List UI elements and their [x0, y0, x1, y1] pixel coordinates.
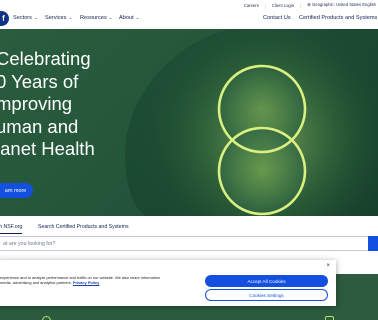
cookie-text-line: media, advertising and analytics partner… — [0, 280, 72, 285]
accept-cookies-button[interactable]: Accept All Cookies — [205, 275, 328, 287]
hero-title-line: lanet Health — [0, 138, 95, 160]
divider: | — [300, 2, 302, 8]
hero-banner: Celebrating 0 Years of mproving uman and… — [0, 29, 378, 216]
globe-icon: ⊕ — [307, 2, 311, 7]
nav-item-resources[interactable]: Resources ⌄ — [80, 15, 113, 21]
contact-us-link[interactable]: Contact Us — [263, 15, 291, 21]
cookie-banner: experience and to analyze performance an… — [0, 260, 336, 306]
chevron-down-icon: ⌄ — [108, 15, 113, 20]
chevron-down-icon: ⌄ — [135, 15, 140, 20]
nav-item-sectors[interactable]: Sectors ⌄ — [13, 15, 38, 21]
nav-item-label: Services — [45, 15, 67, 21]
privacy-policy-link[interactable]: Privacy Policy — [73, 280, 99, 285]
chevron-down-icon: ⌄ — [33, 15, 38, 20]
document-icon — [325, 316, 334, 320]
nav-item-services[interactable]: Services ⌄ — [45, 15, 72, 21]
cookie-text: experience and to analyze performance an… — [0, 275, 180, 285]
search-button[interactable] — [368, 236, 378, 251]
hero-title-line: Celebrating — [0, 48, 91, 69]
main-nav: f Sectors ⌄ Services ⌄ Resources ⌄ About ⌄ C… — [0, 10, 378, 29]
nav-item-label: Resources — [80, 15, 107, 21]
hero-title-line: uman and — [0, 115, 79, 137]
divider: | — [264, 2, 266, 8]
search-bar — [0, 236, 378, 251]
circle-icon — [42, 316, 51, 320]
hero-title-line: 0 Years of — [0, 70, 79, 92]
chevron-down-icon: ⌄ — [68, 15, 73, 20]
nav-item-about[interactable]: About ⌄ — [119, 15, 139, 21]
language-selector[interactable]: ⊕Geographic: United States English — [307, 2, 376, 8]
nav-item-label: Sectors — [13, 15, 32, 21]
search-input[interactable] — [0, 236, 368, 251]
client-login-link[interactable]: Client Login — [272, 3, 294, 8]
certified-products-link[interactable]: Certified Products and Systems — [299, 15, 377, 21]
nav-item-label: About — [119, 15, 134, 21]
cookie-settings-button[interactable]: Cookies Settings — [205, 289, 328, 301]
language-label: Geographic: United States English — [311, 2, 376, 7]
tab-search-certified[interactable]: Search Certified Products and Systems — [38, 224, 129, 230]
nsf-logo[interactable]: f — [0, 11, 9, 26]
learn-more-button[interactable]: arn more — [0, 183, 33, 198]
utility-bar: Careers | Client Login | ⊕Geographic: Un… — [0, 0, 378, 10]
careers-link[interactable]: Careers — [244, 3, 259, 8]
hero-title-line: mproving — [0, 93, 73, 115]
close-icon[interactable]: × — [326, 263, 330, 269]
hero-title: Celebrating 0 Years of mproving uman and… — [0, 48, 146, 161]
tab-search-nsf[interactable]: arch NSF.org — [0, 224, 23, 234]
search-tabs: arch NSF.org Search Certified Products a… — [0, 222, 378, 234]
